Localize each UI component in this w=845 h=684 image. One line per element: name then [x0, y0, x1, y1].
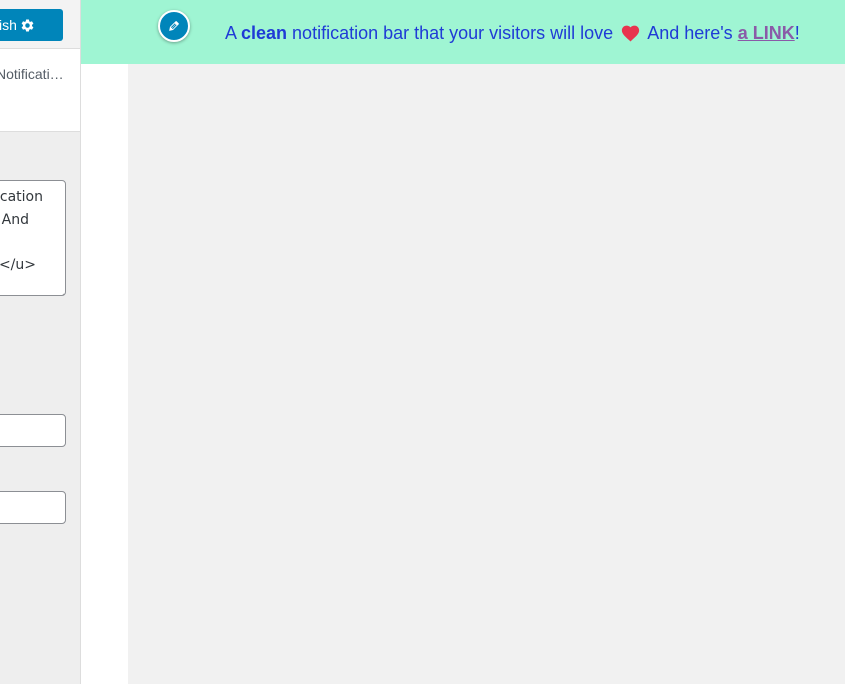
message-bold-word: clean	[241, 23, 288, 43]
resize-handle-icon[interactable]	[56, 286, 65, 295]
textarea-line: </u>	[0, 256, 36, 273]
customizer-sidebar: ish Notificati… cation And ​ </u>	[0, 0, 81, 684]
sidebar-header: ish	[0, 0, 80, 48]
panel-breadcrumb[interactable]: Notificati…	[0, 48, 80, 132]
textarea-line: ​	[0, 231, 65, 254]
gear-icon[interactable]	[19, 9, 35, 41]
textarea-line: And	[1, 211, 29, 228]
publish-button-label: ish	[0, 17, 17, 33]
notification-message: A clean notification bar that your visit…	[225, 21, 800, 45]
textarea-line: cation	[0, 189, 43, 205]
message-middle: notification bar that your visitors will…	[287, 23, 619, 43]
heart-icon	[620, 23, 641, 48]
notification-text-textarea[interactable]: cation And ​ </u>	[0, 180, 66, 296]
preview-left-margin	[81, 64, 128, 684]
message-after-heart: And here's	[643, 23, 738, 43]
notification-link[interactable]: a LINK	[738, 23, 795, 43]
setting-input-2[interactable]	[0, 491, 66, 524]
preview-content-area	[128, 64, 845, 684]
setting-input-1[interactable]	[0, 414, 66, 447]
publish-button[interactable]: ish	[0, 9, 63, 41]
message-prefix: A	[225, 23, 242, 43]
breadcrumb-title: Notificati…	[0, 66, 64, 82]
pencil-icon	[167, 19, 181, 33]
edit-shortcut-button[interactable]	[158, 10, 190, 42]
message-suffix: !	[794, 23, 800, 43]
notification-bar: A clean notification bar that your visit…	[81, 0, 845, 64]
